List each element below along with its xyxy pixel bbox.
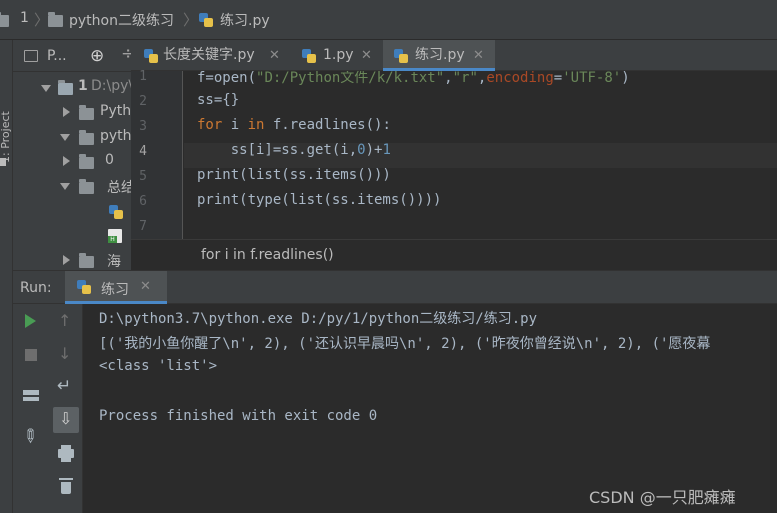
- print-icon[interactable]: [53, 441, 79, 467]
- line-number: 7: [139, 219, 147, 234]
- folder-icon: [58, 80, 73, 95]
- tab-lianxi-py[interactable]: 练习.py ✕: [383, 40, 495, 71]
- close-icon[interactable]: ✕: [140, 279, 151, 294]
- expand-arrow-icon[interactable]: [63, 107, 70, 117]
- line-number: 1: [139, 69, 147, 84]
- console-line: <class 'list'>: [99, 358, 218, 374]
- line-number: 5: [139, 169, 147, 184]
- close-icon[interactable]: ✕: [473, 40, 484, 71]
- tab-length-keyword[interactable]: 长度关键字.py ✕: [131, 40, 291, 71]
- breadcrumb-file[interactable]: 练习.py: [220, 10, 270, 30]
- project-view-selector[interactable]: P...: [47, 48, 67, 64]
- console-line: D:\python3.7\python.exe D:/py/1/python二级…: [99, 311, 538, 327]
- line-number-gutter: 1 2 3 4 5 6 7: [131, 69, 183, 239]
- breadcrumb-separator: 〉: [34, 11, 50, 29]
- python-file-icon[interactable]: [109, 205, 123, 219]
- project-panel: P... ⊕ ÷ 1 D:\py\1 Python pytho 0 总结 H 海: [13, 40, 131, 270]
- python-file-icon: [199, 13, 213, 27]
- code-structure-bar: for i in f.readlines(): [131, 239, 777, 268]
- editor-tab-bar: 长度关键字.py ✕ 1.py ✕ 练习.py ✕: [131, 40, 777, 71]
- folder-icon: [79, 253, 94, 268]
- expand-arrow-icon[interactable]: [63, 156, 70, 166]
- project-view-icon: [24, 50, 38, 62]
- python-file-icon: [302, 49, 316, 63]
- tree-item-summary[interactable]: 总结: [107, 177, 131, 197]
- line-number: 4: [139, 144, 147, 159]
- tree-item-root[interactable]: 1: [78, 78, 88, 94]
- expand-arrow-icon[interactable]: [41, 85, 51, 92]
- folder-icon: [79, 105, 94, 120]
- line-number: 2: [139, 94, 147, 109]
- tree-item-python[interactable]: Python: [100, 103, 131, 119]
- tab-label: 练习.py: [415, 47, 465, 63]
- stop-icon[interactable]: [18, 342, 44, 368]
- console-line: [('我的小鱼你醒了\n', 2), ('还认识早晨吗\n', 2), ('昨夜…: [99, 336, 711, 352]
- close-icon[interactable]: ✕: [269, 40, 280, 71]
- folder-icon: [48, 12, 63, 27]
- console-output[interactable]: D:\python3.7\python.exe D:/py/1/python二级…: [84, 304, 777, 513]
- breadcrumb-separator: 〉: [183, 11, 199, 29]
- folder-icon: [0, 12, 9, 27]
- code-line[interactable]: f=open("D:/Python文件/k/k.txt","r",encodin…: [197, 71, 630, 87]
- line-number: 3: [139, 119, 147, 134]
- rerun-icon[interactable]: [18, 309, 44, 335]
- tree-item-0[interactable]: 0: [105, 152, 114, 168]
- scroll-down-icon[interactable]: ↓: [53, 342, 79, 368]
- close-icon[interactable]: ✕: [361, 40, 372, 71]
- code-editor[interactable]: f=open("D:/Python文件/k/k.txt","r",encodin…: [184, 71, 777, 239]
- console-line: Process finished with exit code 0: [99, 408, 378, 424]
- scroll-to-end-icon[interactable]: ⇩: [53, 407, 79, 433]
- run-tab-label: 练习: [101, 282, 129, 298]
- project-tool-icon: [0, 158, 6, 166]
- python-file-icon: [144, 49, 158, 63]
- structure-crumb[interactable]: for i in f.readlines(): [201, 247, 334, 263]
- html-file-icon[interactable]: H: [108, 229, 122, 243]
- pin-icon[interactable]: ✎: [17, 424, 44, 450]
- expand-arrow-icon[interactable]: [60, 183, 70, 190]
- folder-icon: [79, 179, 94, 194]
- code-line[interactable]: ss={}: [197, 92, 239, 108]
- layout-icon[interactable]: [18, 382, 44, 408]
- scroll-up-icon[interactable]: ↑: [53, 309, 79, 335]
- run-panel-title: Run:: [20, 280, 52, 296]
- tree-item-root-path: D:\py\1: [91, 78, 131, 94]
- python-file-icon: [394, 49, 408, 63]
- breadcrumb-root[interactable]: 1: [20, 10, 29, 26]
- expand-arrow-icon[interactable]: [60, 134, 70, 141]
- soft-wrap-icon[interactable]: ↵: [53, 375, 79, 401]
- project-tool-button[interactable]: 1: Project: [0, 88, 12, 163]
- code-line[interactable]: ss[i]=ss.get(i,0)+1: [197, 142, 391, 158]
- navigation-bar: 1 〉 python二级练习 〉 练习.py: [0, 0, 777, 40]
- locate-icon[interactable]: ⊕: [90, 46, 104, 66]
- code-line[interactable]: for i in f.readlines():: [197, 117, 391, 133]
- run-toolbar: ✎ ↑ ↓ ↵ ⇩: [13, 304, 83, 513]
- tree-item-hai[interactable]: 海: [107, 251, 121, 270]
- python-file-icon: [77, 280, 91, 294]
- breadcrumb-folder[interactable]: python二级练习: [69, 10, 174, 30]
- project-panel-header: P... ⊕ ÷: [13, 40, 131, 72]
- expand-arrow-icon[interactable]: [63, 255, 70, 265]
- tree-item-python-folder[interactable]: pytho: [100, 128, 131, 144]
- line-number: 6: [139, 194, 147, 209]
- run-panel-header: Run: 练习 ✕: [13, 270, 777, 304]
- tab-1-py[interactable]: 1.py ✕: [291, 40, 383, 71]
- code-line[interactable]: print(list(ss.items())): [197, 167, 391, 183]
- left-tool-strip: 1: Project: [0, 40, 13, 513]
- folder-icon: [79, 154, 94, 169]
- trash-icon[interactable]: [53, 473, 79, 499]
- run-tab[interactable]: 练习 ✕: [65, 271, 167, 304]
- collapse-icon[interactable]: ÷: [121, 44, 131, 64]
- folder-icon: [79, 130, 94, 145]
- code-line[interactable]: print(type(list(ss.items()))): [197, 192, 441, 208]
- watermark: CSDN @一只肥瘫瘫: [589, 488, 736, 507]
- tab-label: 长度关键字.py: [163, 47, 255, 63]
- tab-label: 1.py: [323, 47, 354, 63]
